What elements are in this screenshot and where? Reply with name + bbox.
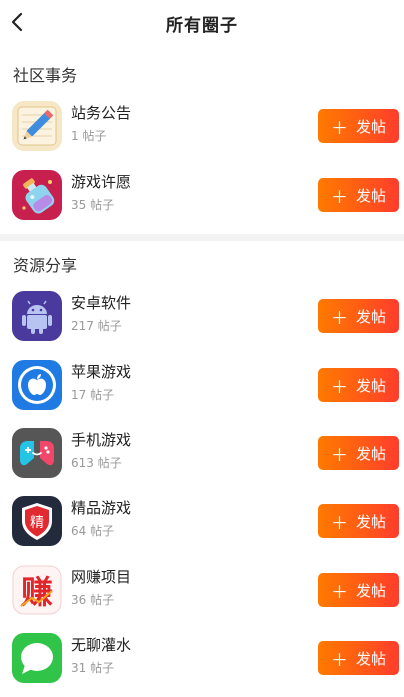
plus-icon: ＋	[330, 187, 348, 208]
plus-icon: ＋	[330, 513, 348, 534]
post-button-label: 发帖	[355, 117, 386, 136]
circle-name: 精品游戏	[71, 499, 132, 517]
circle-name: 站务公告	[71, 104, 132, 122]
post-button[interactable]: ＋ 发帖	[318, 641, 399, 675]
circle-name: 网赚项目	[71, 568, 132, 586]
section-title-community: 社区事务	[13, 66, 78, 85]
post-count: 36 帖子	[71, 593, 115, 607]
post-button[interactable]: ＋ 发帖	[318, 573, 399, 607]
earn-icon: 赚	[12, 565, 62, 615]
circle-name: 无聊灌水	[71, 636, 132, 654]
post-button-label: 发帖	[355, 307, 386, 326]
post-button[interactable]: ＋ 发帖	[318, 368, 399, 402]
post-button[interactable]: ＋ 发帖	[318, 109, 399, 143]
post-button[interactable]: ＋ 发帖	[318, 299, 399, 333]
plus-icon: ＋	[330, 445, 348, 466]
circle-row[interactable]: 手机游戏 613 帖子 ＋ 发帖	[0, 428, 404, 492]
page-title: 所有圈子	[166, 16, 238, 36]
svg-text:精: 精	[30, 515, 44, 531]
chat-bubble-icon	[12, 633, 62, 683]
post-count: 35 帖子	[71, 198, 115, 212]
plus-icon: ＋	[330, 308, 348, 329]
gamepad-icon	[12, 428, 62, 478]
top-bar: 所有圈子	[0, 0, 404, 46]
post-count: 64 帖子	[71, 524, 115, 538]
circle-row[interactable]: 赚 网赚项目 36 帖子 ＋ 发帖	[0, 565, 404, 629]
plus-icon: ＋	[330, 377, 348, 398]
circle-row[interactable]: 精 精品游戏 64 帖子 ＋ 发帖	[0, 496, 404, 560]
shield-badge-icon: 精	[12, 496, 62, 546]
circle-name: 安卓软件	[71, 294, 132, 312]
post-button-label: 发帖	[355, 376, 386, 395]
post-button-label: 发帖	[355, 581, 386, 600]
plus-icon: ＋	[330, 582, 348, 603]
circle-row[interactable]: 安卓软件 217 帖子 ＋ 发帖	[0, 291, 404, 355]
circle-row[interactable]: 苹果游戏 17 帖子 ＋ 发帖	[0, 360, 404, 424]
post-count: 31 帖子	[71, 661, 115, 675]
plus-icon: ＋	[330, 118, 348, 139]
plus-icon: ＋	[330, 650, 348, 671]
section-title-resources: 资源分享	[13, 256, 78, 275]
post-count: 613 帖子	[71, 456, 122, 470]
post-button[interactable]: ＋ 发帖	[318, 436, 399, 470]
post-button-label: 发帖	[355, 649, 386, 668]
apple-icon	[12, 360, 62, 410]
wish-bottle-icon	[12, 170, 62, 220]
post-button-label: 发帖	[355, 444, 386, 463]
circle-row[interactable]: 游戏许愿 35 帖子 ＋ 发帖	[0, 170, 404, 234]
post-button[interactable]: ＋ 发帖	[318, 178, 399, 212]
circle-row[interactable]: 无聊灌水 31 帖子 ＋ 发帖	[0, 633, 404, 697]
post-button-label: 发帖	[355, 186, 386, 205]
circle-name: 手机游戏	[71, 431, 132, 449]
post-count: 1 帖子	[71, 129, 107, 143]
section-divider	[0, 234, 404, 241]
circle-name: 游戏许愿	[71, 173, 132, 191]
post-button[interactable]: ＋ 发帖	[318, 504, 399, 538]
pencil-notepad-icon	[12, 101, 62, 151]
post-count: 217 帖子	[71, 319, 122, 333]
svg-text:赚: 赚	[21, 573, 53, 611]
circle-name: 苹果游戏	[71, 363, 132, 381]
post-count: 17 帖子	[71, 388, 115, 402]
post-button-label: 发帖	[355, 512, 386, 531]
circle-row[interactable]: 站务公告 1 帖子 ＋ 发帖	[0, 101, 404, 165]
android-icon	[12, 291, 62, 341]
